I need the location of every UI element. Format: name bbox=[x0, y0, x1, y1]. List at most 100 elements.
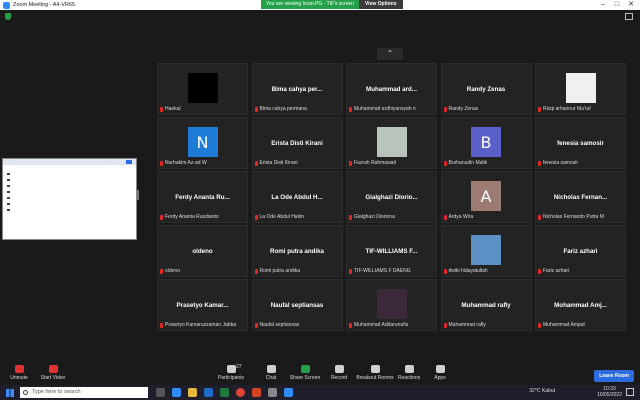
participant-tile[interactable]: dwiki hidayatullah bbox=[440, 225, 532, 277]
window-title: Zoom Meeting - A4-VR65 bbox=[13, 2, 76, 8]
chat-label: Chat bbox=[265, 375, 277, 381]
taskbar-search-input[interactable]: Type here to search bbox=[20, 387, 148, 398]
edge-icon[interactable] bbox=[172, 388, 181, 397]
participant-tile[interactable]: Muhammad Addarunafis bbox=[346, 279, 437, 331]
participant-tile[interactable]: Fazrah Rahmawati bbox=[346, 117, 437, 169]
participant-tile[interactable]: Romi putra andika Romi putra andika bbox=[251, 225, 343, 277]
windows-start-icon[interactable] bbox=[6, 388, 14, 397]
participant-avatar bbox=[187, 73, 218, 103]
participant-avatar: B bbox=[471, 127, 501, 157]
participant-tile[interactable]: La Ode Abdul H... La Ode Abdul Halim bbox=[251, 171, 343, 223]
participant-tile[interactable]: Nicholas Fernan... Nicholas Fernando Putr… bbox=[535, 171, 626, 223]
participant-name-label: Ferdy Ananta Rusdianto bbox=[160, 214, 219, 220]
file-explorer-icon[interactable] bbox=[188, 388, 197, 397]
participant-tile[interactable]: fenesia samosir fenesia samosir bbox=[535, 117, 626, 169]
share-screen-button[interactable]: Share Screen bbox=[288, 365, 322, 381]
view-options-button[interactable]: View Options bbox=[358, 0, 403, 9]
record-icon bbox=[334, 365, 344, 373]
muted-mic-icon bbox=[349, 106, 352, 112]
breakout-rooms-button[interactable]: Breakout Rooms bbox=[356, 365, 394, 381]
participant-tile[interactable]: Fariz azhari Fariz azhari bbox=[535, 225, 626, 277]
participant-foot-name: Nicholas Fernando Putra M bbox=[543, 214, 604, 220]
unmute-button[interactable]: Unmute bbox=[2, 365, 36, 381]
participant-foot-name: Muhammad ardhiyansyah n bbox=[354, 106, 416, 112]
participant-tile[interactable]: N Nurhakim Az-ad W bbox=[157, 117, 248, 169]
participant-avatar bbox=[376, 127, 407, 157]
participant-name-label: Romi putra andika bbox=[254, 268, 300, 274]
participant-tile[interactable]: Muhammad rafly Muhammad rafly bbox=[440, 279, 532, 331]
muted-mic-icon bbox=[349, 160, 352, 166]
splitter-handle[interactable] bbox=[137, 190, 139, 200]
participant-tile[interactable]: A Ardya Wira bbox=[440, 171, 532, 223]
participant-foot-name: Fariz azhari bbox=[543, 268, 570, 274]
start-video-button[interactable]: Start Video bbox=[36, 365, 70, 381]
store-icon[interactable] bbox=[204, 388, 213, 397]
participant-tile[interactable]: Bima cahya per... Bima cahya permana bbox=[251, 63, 343, 115]
participants-label: Participants bbox=[217, 375, 245, 381]
participant-foot-name: TIF-WILLIAMS F DAENG bbox=[354, 268, 411, 274]
zoom-taskbar-icon[interactable] bbox=[284, 388, 293, 397]
security-shield-icon[interactable] bbox=[5, 13, 11, 20]
participant-tile[interactable]: Haekal bbox=[157, 63, 248, 115]
participant-tile[interactable]: Randy Zenas Randy Zenas bbox=[440, 63, 532, 115]
participant-tile[interactable]: Gialghazi Diorio... Gialghazi Dioriona bbox=[346, 171, 437, 223]
maximize-icon[interactable]: □ bbox=[610, 0, 624, 10]
participant-name-label: La Ode Abdul Halim bbox=[254, 214, 304, 220]
participant-name-label: dwiki hidayatullah bbox=[443, 268, 488, 274]
muted-mic-icon bbox=[160, 160, 163, 166]
powerpoint-icon[interactable] bbox=[252, 388, 261, 397]
clock[interactable]: 10:33 10/05/2022 bbox=[597, 386, 622, 398]
participant-name-label: Bima cahya permana bbox=[254, 106, 307, 112]
participant-name-label: TIF-WILLIAMS F DAENG bbox=[349, 268, 411, 274]
leave-room-button[interactable]: Leave Room bbox=[594, 370, 634, 382]
participant-avatar bbox=[565, 73, 596, 103]
weather-text[interactable]: 32°C Kabut bbox=[529, 388, 555, 394]
participant-tile[interactable]: Rizqi arhannur Ma'ruf bbox=[535, 63, 626, 115]
participant-tile[interactable]: TIF-WILLIAMS F... TIF-WILLIAMS F DAENG bbox=[346, 225, 437, 277]
participant-foot-name: Naufal septiansas bbox=[259, 322, 300, 328]
participant-tile[interactable]: Mohammad Amj... Muhammad Amjad bbox=[535, 279, 626, 331]
participant-foot-name: Muhammad Addarunafis bbox=[354, 322, 409, 328]
chrome-icon[interactable] bbox=[236, 388, 245, 397]
muted-mic-icon bbox=[254, 160, 258, 166]
participant-tile[interactable]: Naufal septiansas Naufal septiansas bbox=[251, 279, 343, 331]
participant-display-name: Prasetyo Kamar... bbox=[176, 302, 229, 309]
minimize-icon[interactable]: – bbox=[596, 0, 610, 10]
participant-tile[interactable]: Erista Disti Kirani Erista Disti Kirani bbox=[251, 117, 343, 169]
participant-tile[interactable]: Prasetyo Kamar... Prasetyo Kamaruzzaman J… bbox=[157, 279, 248, 331]
participant-tile[interactable]: oldeno oldeno bbox=[157, 225, 248, 277]
reactions-button[interactable]: Reactions bbox=[392, 365, 426, 381]
muted-mic-icon bbox=[443, 268, 447, 274]
participants-button[interactable]: 27 Participants bbox=[214, 364, 248, 381]
search-placeholder: Type here to search bbox=[32, 389, 81, 395]
participant-name-label: Nurhakim Az-ad W bbox=[160, 160, 207, 166]
muted-mic-icon bbox=[254, 106, 258, 112]
muted-mic-icon bbox=[254, 322, 258, 328]
excel-icon[interactable] bbox=[220, 388, 229, 397]
participant-name-label: Muhammad Amjad bbox=[538, 322, 585, 328]
chevron-up-icon[interactable]: ⌃ bbox=[377, 48, 403, 60]
share-screen-icon bbox=[300, 365, 310, 373]
shared-screen-thumbnail[interactable] bbox=[2, 158, 137, 240]
participant-tile[interactable]: Ferdy Ananta Ru... Ferdy Ananta Rusdianto bbox=[157, 171, 248, 223]
breakout-label: Breakout Rooms bbox=[356, 375, 394, 381]
task-view-icon[interactable] bbox=[156, 388, 165, 397]
gallery-view-icon[interactable] bbox=[625, 13, 633, 20]
close-icon[interactable]: ✕ bbox=[624, 0, 638, 10]
participant-tile[interactable]: B Burhanudin Malik bbox=[440, 117, 532, 169]
settings-icon[interactable] bbox=[268, 388, 277, 397]
muted-mic-icon bbox=[538, 106, 541, 112]
participant-name-label: Naufal septiansas bbox=[254, 322, 300, 328]
participant-foot-name: Nurhakim Az-ad W bbox=[165, 160, 207, 166]
record-button[interactable]: Record bbox=[322, 365, 356, 381]
chat-button[interactable]: Chat bbox=[254, 365, 288, 381]
unmute-label: Unmute bbox=[10, 375, 28, 381]
notification-icon[interactable] bbox=[626, 388, 634, 396]
apps-button[interactable]: Apps bbox=[423, 365, 457, 381]
participant-tile[interactable]: Muhammad ard... Muhammad ardhiyansyah n bbox=[346, 63, 437, 115]
participant-name-label: oldeno bbox=[160, 268, 180, 274]
muted-mic-icon bbox=[349, 214, 352, 220]
participants-icon bbox=[226, 365, 236, 373]
muted-mic-icon bbox=[538, 214, 541, 220]
participant-foot-name: oldeno bbox=[165, 268, 181, 274]
